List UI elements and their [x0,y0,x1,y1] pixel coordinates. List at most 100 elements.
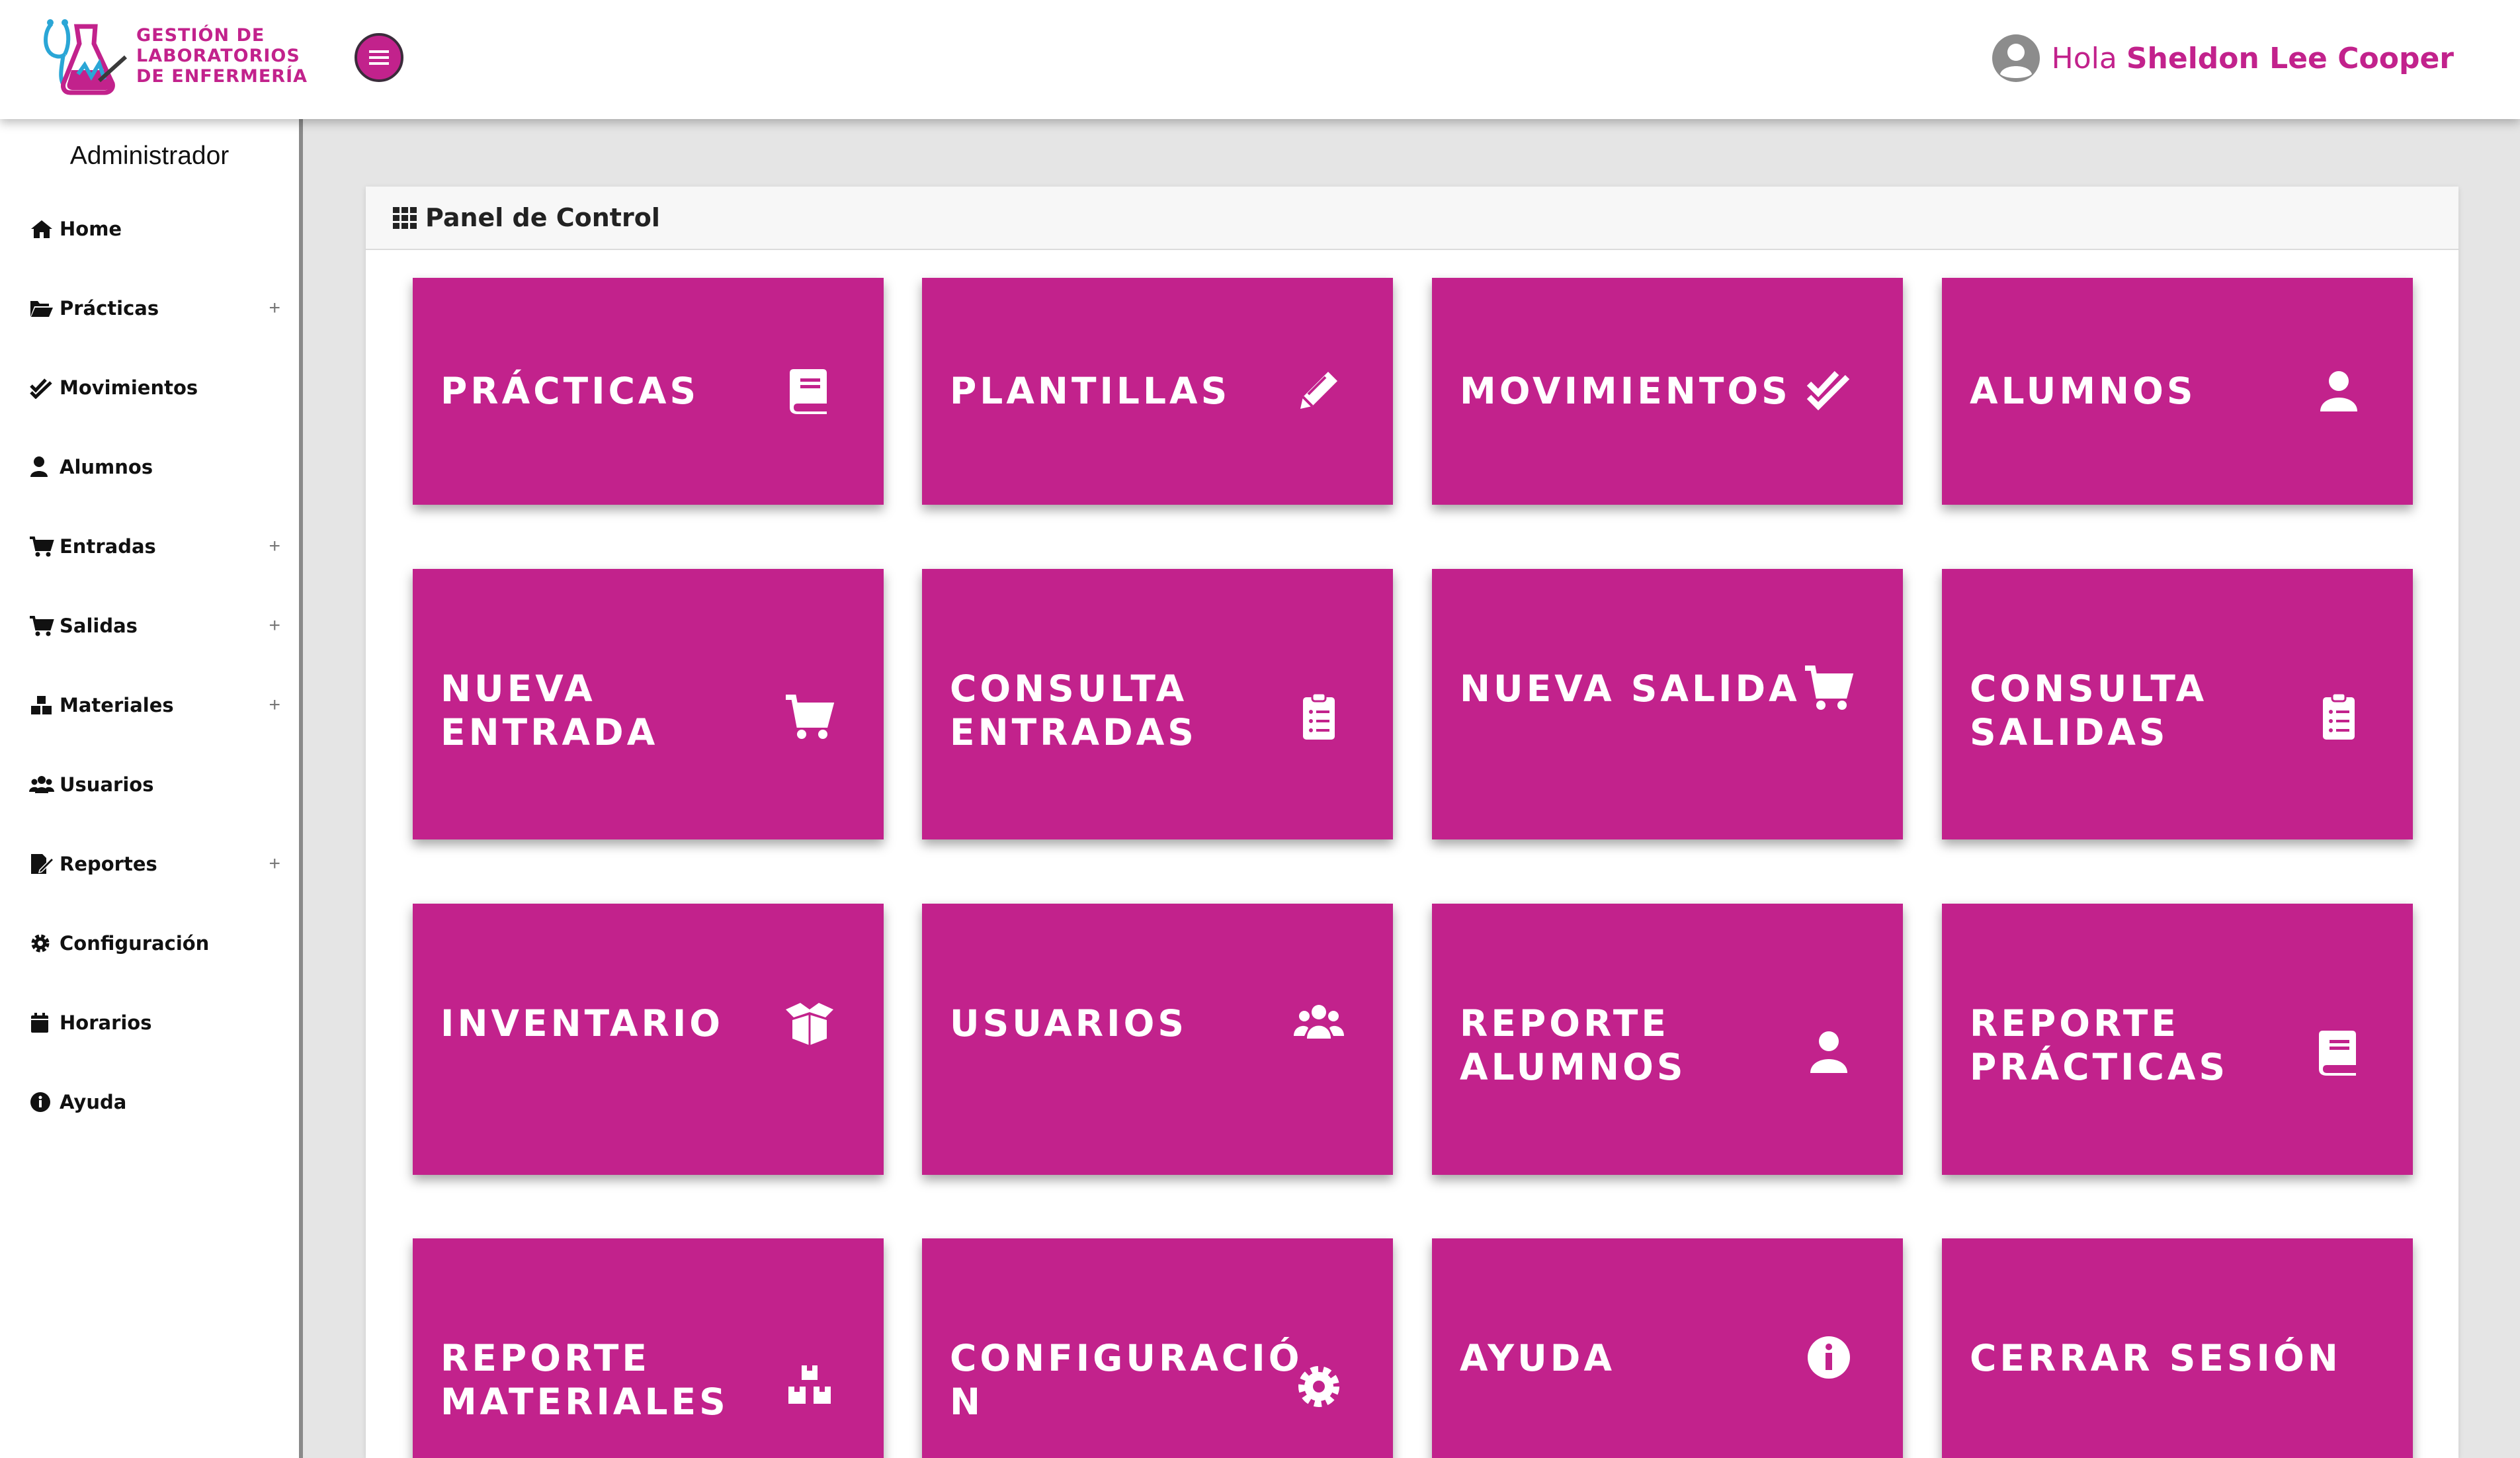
brand-line-3: DE ENFERMERÍA [136,66,308,87]
info-icon [30,1092,50,1112]
clipboard-list-icon [2323,692,2355,740]
tile-consulta-salidas[interactable]: CONSULTA SALIDAS [1942,569,2413,839]
menu-toggle-button[interactable] [355,33,403,82]
tile-label: ALUMNOS [1970,370,2197,412]
tile-alumnos[interactable]: ALUMNOS [1942,278,2413,505]
sidebar-item-reportes[interactable]: Reportes + [29,843,280,885]
sidebar-item-practicas[interactable]: Prácticas + [29,287,280,329]
tile-label: CERRAR SESIÓN [1970,1337,2341,1379]
tile-configuracion[interactable]: CONFIGURACIÓ N [922,1238,1393,1458]
check-double-icon [30,378,52,399]
panel-title: Panel de Control [425,203,660,232]
tile-label: NUEVA ENTRADA [441,667,659,753]
cart-icon [1805,665,1854,710]
sidebar-item-label: Entradas [60,535,156,558]
tile-label: AYUDA [1460,1337,1616,1379]
cart-icon [786,695,835,739]
tile-label: REPORTE PRÁCTICAS [1970,1002,2229,1088]
tile-label: REPORTE ALUMNOS [1460,1002,1687,1088]
sidebar-item-label: Prácticas [60,297,159,320]
user-greeting[interactable]: Hola Sheldon Lee Cooper [1991,32,2454,85]
sidebar-item-horarios[interactable]: Horarios [29,1002,280,1044]
folder-open-icon [30,301,53,317]
tile-plantillas[interactable]: PLANTILLAS [922,278,1393,505]
boxes-icon [788,1365,831,1404]
greeting-text: Hola [2051,41,2117,75]
info-icon [1808,1336,1850,1379]
sidebar-item-ayuda[interactable]: Ayuda [29,1081,280,1123]
sidebar-item-label: Reportes [60,853,157,875]
brand-line-2: LABORATORIOS [136,46,300,66]
tile-cerrar-sesion[interactable]: CERRAR SESIÓN [1942,1238,2413,1458]
user-name: Sheldon Lee Cooper [2126,41,2454,75]
tile-label: MOVIMIENTOS [1460,370,1791,412]
tile-reporte-practicas[interactable]: REPORTE PRÁCTICAS [1942,904,2413,1175]
file-signature-icon [31,854,54,874]
tile-label: NUEVA SALIDA [1460,667,1800,710]
sidebar-item-home[interactable]: Home [29,208,280,250]
cart-icon [30,616,54,636]
tile-ayuda[interactable]: AYUDA [1432,1238,1903,1458]
sidebar-item-materiales[interactable]: Materiales + [29,684,280,726]
gear-icon [31,934,50,953]
user-icon [1810,1031,1847,1073]
brand-name: GESTIÓN DE LABORATORIOS DE ENFERMERÍA [136,25,308,87]
user-avatar-icon [1992,34,2040,82]
users-icon [29,776,54,793]
calendar-icon [31,1013,48,1033]
sidebar-item-salidas[interactable]: Salidas + [29,605,280,647]
hamburger-icon [369,50,389,65]
expand-icon[interactable]: + [269,694,280,716]
expand-icon[interactable]: + [269,615,280,637]
book-icon [790,369,827,414]
sidebar-item-configuracion[interactable]: Configuración [29,922,280,965]
tile-movimientos[interactable]: MOVIMIENTOS [1432,278,1903,505]
tile-label: CONSULTA ENTRADAS [950,667,1197,753]
sidebar-item-label: Home [60,218,122,240]
sidebar-item-label: Usuarios [60,773,154,796]
gear-icon [1298,1366,1339,1407]
tile-consulta-entradas[interactable]: CONSULTA ENTRADAS [922,569,1393,839]
sidebar-item-label: Configuración [60,932,210,955]
sidebar-item-movimientos[interactable]: Movimientos [29,366,280,409]
sidebar-item-alumnos[interactable]: Alumnos [29,446,280,488]
tile-nueva-entrada[interactable]: NUEVA ENTRADA [413,569,884,839]
clipboard-list-icon [1303,692,1335,740]
sidebar-item-label: Movimientos [60,376,198,399]
tile-label: CONSULTA SALIDAS [1970,667,2208,753]
tile-reporte-materiales[interactable]: REPORTE MATERIALES [413,1238,884,1458]
tile-inventario[interactable]: INVENTARIO [413,904,884,1175]
sidebar-item-label: Horarios [60,1011,152,1034]
sidebar-item-usuarios[interactable]: Usuarios [29,763,280,806]
lab-logo [44,19,128,95]
cart-icon [30,536,54,557]
user-icon [2320,371,2357,411]
home-icon [31,220,52,238]
tile-reporte-alumnos[interactable]: REPORTE ALUMNOS [1432,904,1903,1175]
pencil-icon [1300,372,1337,409]
tile-label: USUARIOS [950,1002,1187,1045]
tile-usuarios[interactable]: USUARIOS [922,904,1393,1175]
sidebar-item-label: Salidas [60,615,138,637]
book-icon [2319,1031,2356,1076]
sidebar: Administrador Home Prácticas + Movimient… [0,119,303,1458]
sidebar-item-label: Alumnos [60,456,153,478]
panel-header: Panel de Control [366,187,2458,250]
sidebar-item-entradas[interactable]: Entradas + [29,525,280,568]
grid-icon [393,207,417,229]
brand-line-1: GESTIÓN DE [136,25,265,46]
check-double-icon [1806,370,1850,411]
user-icon [30,456,48,477]
expand-icon[interactable]: + [269,535,280,558]
tile-label: INVENTARIO [441,1002,724,1045]
tile-label: REPORTE MATERIALES [441,1337,729,1423]
user-role: Administrador [69,142,230,170]
sidebar-item-label: Ayuda [60,1091,127,1113]
top-bar: GESTIÓN DE LABORATORIOS DE ENFERMERÍA Ho… [0,0,2520,119]
expand-icon[interactable]: + [269,853,280,875]
sidebar-item-label: Materiales [60,694,174,716]
tile-practicas[interactable]: PRÁCTICAS [413,278,884,505]
expand-icon[interactable]: + [269,297,280,320]
tile-nueva-salida[interactable]: NUEVA SALIDA [1432,569,1903,839]
box-open-icon [786,1003,833,1045]
